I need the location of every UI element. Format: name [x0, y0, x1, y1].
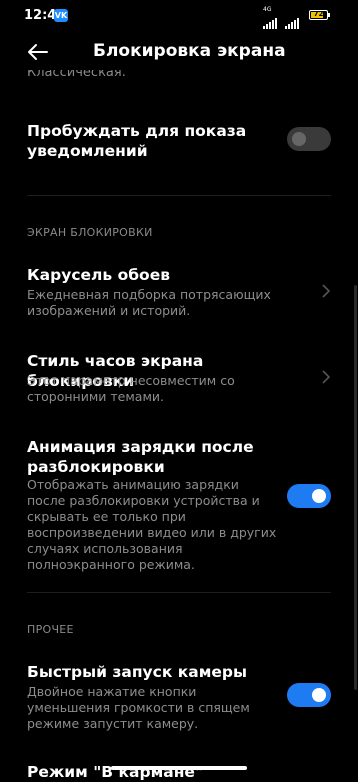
section-header-lockscreen: ЭКРАН БЛОКИРОВКИ: [27, 226, 153, 239]
wake-for-notifications-toggle[interactable]: [287, 127, 331, 151]
arrow-left-icon[interactable]: [26, 40, 50, 64]
quick-camera-title[interactable]: Быстрый запуск камеры: [27, 662, 257, 682]
toggle-knob: [312, 688, 326, 702]
pocket-mode-title[interactable]: Режим "В кармане": [27, 762, 257, 782]
vk-notification-icon: VK: [54, 9, 68, 22]
page-title: Блокировка экрана: [93, 41, 286, 61]
home-indicator[interactable]: [111, 766, 247, 770]
scrollbar[interactable]: [354, 285, 357, 690]
signal-icon: [263, 10, 283, 29]
clipped-subtitle-text: Классическая.: [27, 70, 126, 80]
app-header: Блокировка экрана: [0, 32, 358, 72]
charging-animation-title[interactable]: Анимация зарядки после разблокировки: [27, 437, 257, 477]
charging-animation-toggle[interactable]: [287, 484, 331, 508]
chevron-right-icon[interactable]: [321, 284, 331, 298]
section-header-other: ПРОЧЕЕ: [27, 623, 74, 636]
battery-level: 72: [313, 10, 324, 18]
toggle-knob: [312, 489, 326, 503]
wallpaper-carousel-title[interactable]: Карусель обоев: [27, 265, 257, 285]
clock-style-subtitle: Этот параметр несовместим со сторонними …: [27, 373, 235, 404]
wake-for-notifications-title[interactable]: Пробуждать для показа уведомлений: [27, 121, 257, 161]
battery-tip: [328, 13, 330, 17]
clipped-subtitle: Классическая.: [27, 70, 327, 84]
toggle-knob: [292, 132, 306, 146]
signal-icon-2: [285, 10, 305, 29]
battery-icon: 72: [309, 10, 328, 20]
status-bar: 12:47 VK 4G 72: [0, 0, 358, 32]
chevron-right-icon[interactable]: [321, 370, 331, 384]
quick-camera-subtitle: Двойное нажатие кнопки уменьшения громко…: [27, 684, 250, 731]
divider: [27, 195, 331, 196]
wallpaper-carousel-subtitle: Ежедневная подборка потрясающих изображе…: [27, 287, 271, 318]
quick-camera-toggle[interactable]: [287, 683, 331, 707]
divider: [27, 592, 331, 593]
charging-animation-subtitle: Отображать анимацию зарядки после разбло…: [27, 477, 277, 572]
